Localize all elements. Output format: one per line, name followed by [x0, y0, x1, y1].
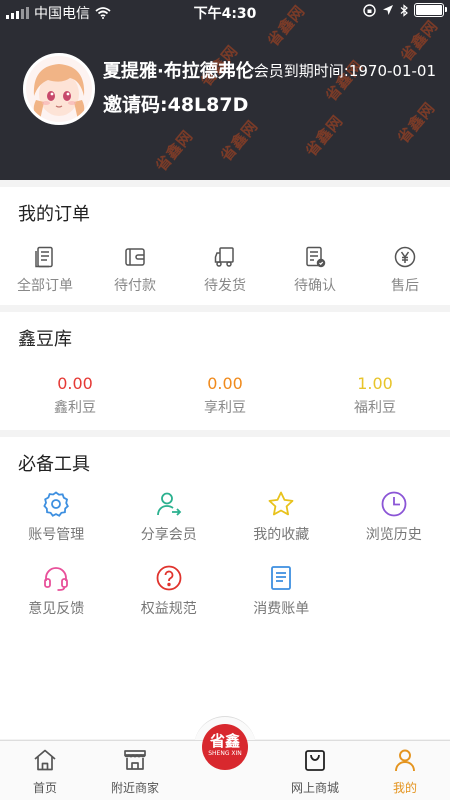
- tool-share-member-label: 分享会员: [140, 527, 197, 543]
- watermark: 省鑫网: [394, 98, 439, 147]
- bean-fuli-label: 福利豆: [354, 400, 396, 416]
- tools-card: 必备工具 账号管理 分享会员 我的收藏 浏览历史 意见反馈 权益规范 消费账单: [0, 437, 450, 739]
- tab-home-label: 首页: [32, 781, 57, 795]
- center-logo-subtext: SHENG XIN: [208, 750, 242, 757]
- order-all-button[interactable]: 全部订单: [0, 245, 90, 295]
- membership-expire-date: 会员到期时间:1970-01-01: [253, 62, 436, 80]
- order-unpaid-button[interactable]: 待付款: [90, 245, 180, 295]
- tool-feedback[interactable]: 意见反馈: [0, 564, 113, 628]
- tab-mine-label: 我的: [392, 781, 417, 795]
- tool-share-member[interactable]: 分享会员: [113, 490, 226, 554]
- person-icon: [395, 749, 415, 772]
- clock-icon: [381, 491, 407, 517]
- tool-browsing-history[interactable]: 浏览历史: [338, 490, 450, 554]
- rotation-lock-icon: [363, 3, 376, 17]
- tab-nearby-stores-label: 附近商家: [110, 781, 159, 795]
- order-all-label: 全部订单: [17, 278, 73, 294]
- watermark: 省鑫网: [152, 126, 197, 175]
- tab-home[interactable]: 首页: [0, 747, 90, 796]
- bean-fuli-value: 1.00: [357, 374, 393, 393]
- person-share-icon: [156, 492, 182, 516]
- yen-coin-icon: [394, 246, 416, 268]
- question-circle-icon: [156, 565, 182, 591]
- avatar[interactable]: [23, 53, 95, 125]
- invite-code: 邀请码:48L87D: [103, 94, 249, 116]
- truck-icon: [214, 247, 234, 267]
- order-unshipped-label: 待发货: [204, 278, 246, 294]
- tool-my-favorites-label: 我的收藏: [253, 527, 310, 543]
- beans-title: 鑫豆库: [18, 329, 72, 350]
- order-unpaid-label: 待付款: [114, 278, 156, 294]
- center-logo-button[interactable]: 省鑫 SHENG XIN: [202, 724, 248, 770]
- tool-account-management-label: 账号管理: [28, 527, 85, 543]
- bean-xinli-value: 0.00: [57, 374, 93, 393]
- tool-account-management[interactable]: 账号管理: [0, 490, 113, 554]
- home-icon: [34, 749, 56, 771]
- order-unshipped-button[interactable]: 待发货: [180, 245, 270, 295]
- tab-nearby-stores[interactable]: 附近商家: [90, 747, 180, 796]
- tool-rights-rules[interactable]: 权益规范: [113, 564, 226, 628]
- tool-consumption-bill-label: 消费账单: [253, 601, 310, 617]
- location-arrow-icon: [383, 5, 393, 15]
- store-icon: [124, 750, 146, 770]
- battery-icon: [414, 3, 447, 17]
- document-list-icon: [35, 246, 53, 268]
- orders-title: 我的订单: [18, 204, 90, 225]
- orders-card: 我的订单 全部订单 待付款 待发货 待确认 售后: [0, 187, 450, 305]
- tool-feedback-label: 意见反馈: [28, 601, 85, 617]
- bean-xiangli-label: 享利豆: [204, 400, 246, 416]
- tool-browsing-history-label: 浏览历史: [365, 527, 422, 543]
- checked-document-icon: [306, 246, 326, 268]
- star-icon: [268, 491, 294, 516]
- username: 夏提雅·布拉德弗伦: [103, 61, 254, 82]
- tools-title: 必备工具: [18, 454, 90, 475]
- beans-card: 鑫豆库 0.00 鑫利豆 0.00 享利豆 1.00 福利豆: [0, 312, 450, 430]
- tab-online-mall-label: 网上商城: [290, 781, 339, 795]
- order-unconfirmed-button[interactable]: 待确认: [270, 245, 360, 295]
- watermark: 省鑫网: [217, 116, 262, 165]
- bean-fuli[interactable]: 1.00 福利豆: [300, 374, 450, 417]
- tool-my-favorites[interactable]: 我的收藏: [225, 490, 338, 554]
- bill-icon: [271, 566, 292, 590]
- shopping-bag-icon: [305, 750, 325, 771]
- gear-icon: [43, 491, 70, 517]
- bluetooth-icon: [400, 3, 408, 17]
- wallet-icon: [125, 248, 145, 266]
- bean-xinli[interactable]: 0.00 鑫利豆: [0, 374, 150, 417]
- tool-consumption-bill[interactable]: 消费账单: [225, 564, 338, 628]
- order-unconfirmed-label: 待确认: [294, 278, 336, 294]
- center-logo-text: 省鑫: [209, 732, 240, 750]
- bean-xinli-label: 鑫利豆: [54, 400, 96, 416]
- watermark: 省鑫网: [302, 111, 347, 160]
- status-bar: 中国电信 下午4:30: [0, 0, 450, 24]
- tool-rights-rules-label: 权益规范: [140, 601, 197, 617]
- headset-icon: [44, 567, 69, 591]
- bean-xiangli[interactable]: 0.00 享利豆: [150, 374, 300, 417]
- order-after-sales-button[interactable]: 售后: [360, 245, 450, 295]
- profile-header: 省鑫网 省鑫网 省鑫网 省鑫网 省鑫网 省鑫网 省鑫网 省鑫网 中国电信 下午4…: [0, 0, 450, 180]
- tab-mine[interactable]: 我的: [360, 747, 450, 796]
- tab-online-mall[interactable]: 网上商城: [270, 747, 360, 796]
- bean-xiangli-value: 0.00: [207, 374, 243, 393]
- order-after-sales-label: 售后: [391, 278, 419, 294]
